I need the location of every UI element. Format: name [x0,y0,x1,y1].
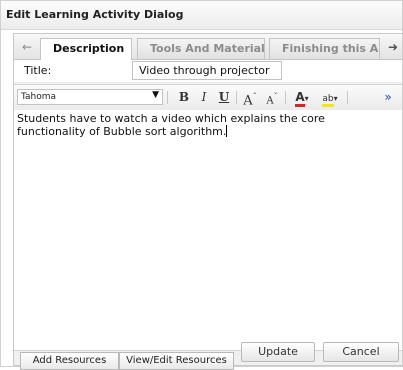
tab-bar: ← Description Tools And Materials Finish… [14,34,402,60]
editor-content: Students have to watch a video which exp… [17,112,325,138]
font-color-button[interactable]: A▾ [290,89,314,107]
shrink-font-button[interactable]: Aˇ [263,89,281,106]
view-edit-resources-button[interactable]: View/Edit Resources [119,352,234,370]
chevron-down-icon: ▼ [152,90,159,100]
bold-button[interactable]: B [177,89,191,105]
font-color-icon: A [295,90,305,107]
underline-button[interactable]: U [217,89,231,105]
grow-font-button[interactable]: Aˆ [240,89,260,108]
highlight-icon: ab [322,94,334,107]
toolbar-separator [285,91,286,104]
font-family-value: Tahoma [21,92,57,102]
chevron-down-icon: ▾ [304,94,309,103]
toolbar-separator [236,91,237,104]
edit-learning-activity-dialog: Edit Learning Activity Dialog ← Descript… [0,0,403,370]
text-caret [226,125,228,137]
font-family-select[interactable]: Tahoma ▼ [17,89,163,105]
toolbar-separator [347,91,348,104]
arrow-left-icon[interactable]: ← [18,38,36,56]
tab-finishing-this-activity[interactable]: Finishing this Activi [269,38,380,59]
highlight-color-button[interactable]: ab▾ [317,89,343,107]
title-input[interactable]: Video through projector [132,61,282,80]
italic-button[interactable]: I [197,89,211,105]
toolbar-separator [167,91,168,104]
tab-tools-and-materials[interactable]: Tools And Materials [137,38,265,59]
rich-text-editor[interactable]: Students have to watch a video which exp… [14,110,402,351]
dialog-panel: ← Description Tools And Materials Finish… [13,33,402,370]
tab-description[interactable]: Description [40,38,132,60]
arrow-right-icon[interactable]: ➜ [384,38,402,56]
title-label: Title: [24,64,52,77]
dialog-titlebar[interactable]: Edit Learning Activity Dialog [1,1,402,30]
editor-toolbar: Tahoma ▼ B I U Aˆ Aˇ A▾ ab▾ » [14,84,402,111]
add-resources-button[interactable]: Add Resources [20,352,119,370]
more-options-icon[interactable]: » [381,89,395,105]
update-button[interactable]: Update [241,342,315,362]
chevron-down-icon: ▾ [333,94,338,103]
cancel-button[interactable]: Cancel [323,342,399,362]
dialog-title: Edit Learning Activity Dialog [6,8,184,21]
